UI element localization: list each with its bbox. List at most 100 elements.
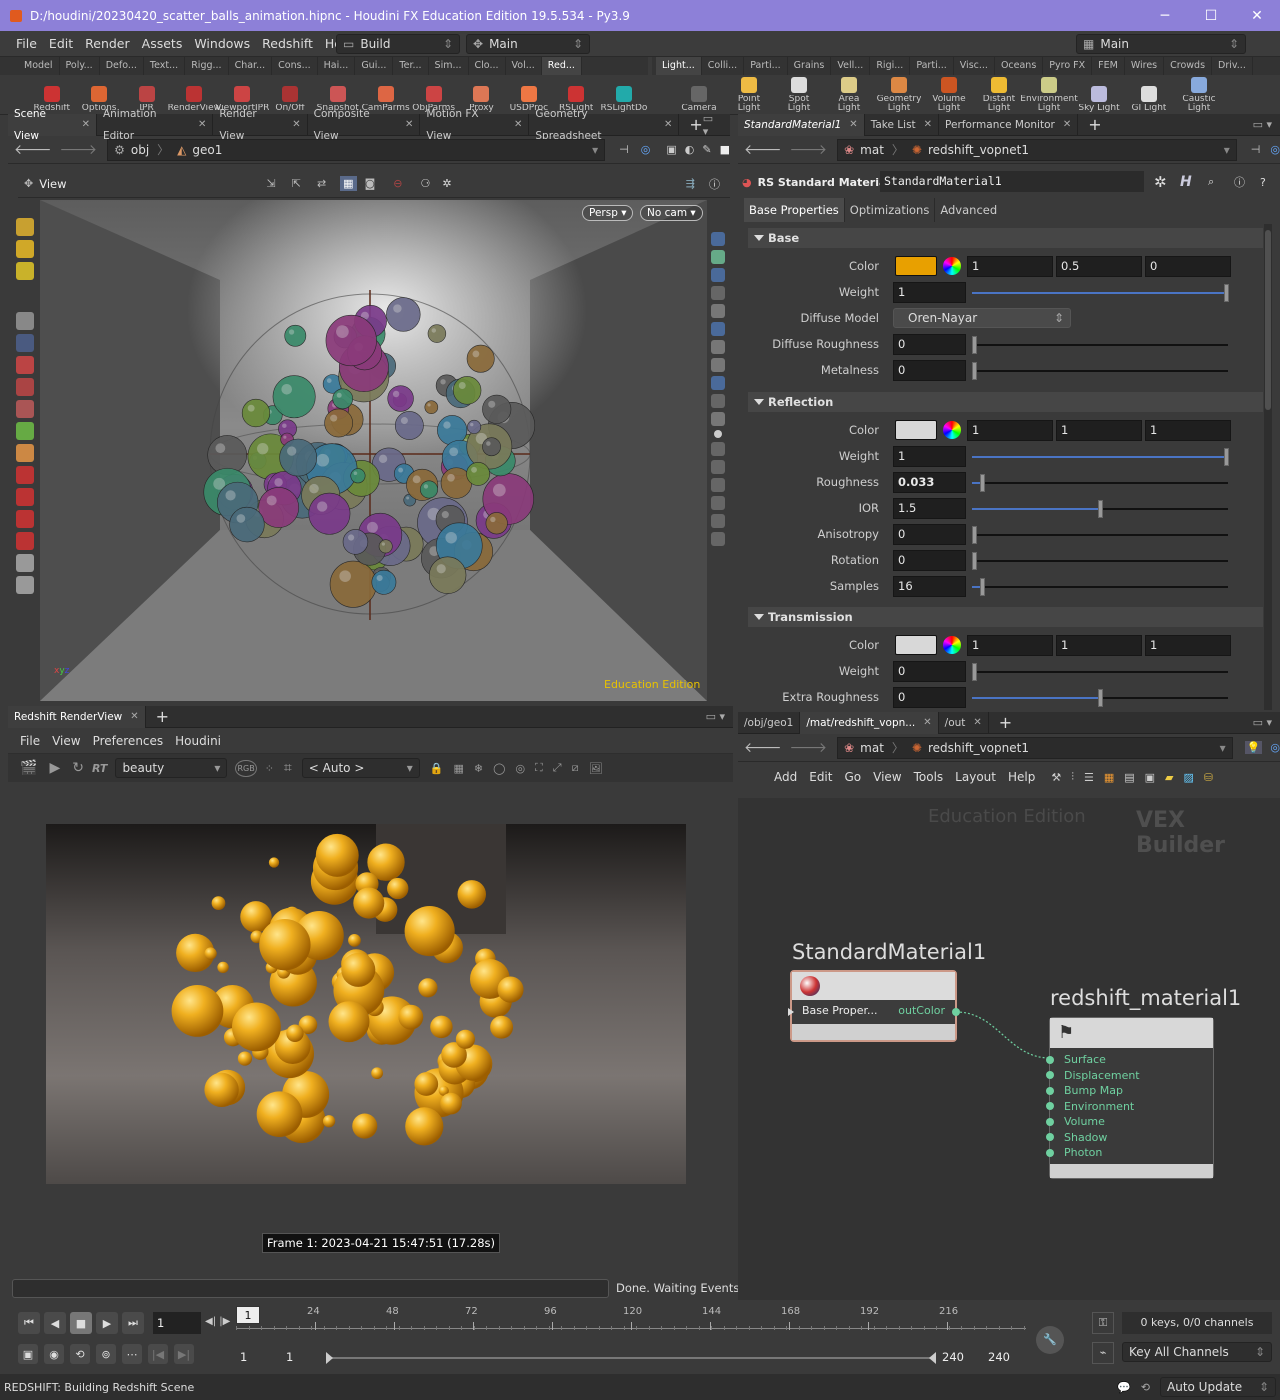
net-menu-tools[interactable]: Tools: [908, 770, 950, 784]
net-menu-help[interactable]: Help: [1002, 770, 1041, 784]
network-path-field[interactable]: ❀ mat 〉 ✺ redshift_vopnet1 ▾: [837, 736, 1233, 759]
tab-mat-redshift[interactable]: /mat/redshift_vopn... ✕: [800, 711, 939, 734]
menu-file[interactable]: File: [10, 36, 43, 51]
lock-icon[interactable]: 🔒: [430, 762, 444, 775]
forward-arrow-icon[interactable]: 🡒: [790, 739, 828, 756]
close-tab-icon[interactable]: ✕: [1063, 114, 1071, 136]
info-icon[interactable]: ⓘ: [1234, 174, 1245, 190]
tab-scene-view[interactable]: Scene View ✕: [8, 108, 97, 142]
keyframe-icon[interactable]: ⚿: [1092, 1312, 1114, 1334]
close-tab-icon[interactable]: ✕: [130, 706, 138, 728]
play-render-icon[interactable]: ▶: [49, 760, 60, 776]
shelf-tab[interactable]: Parti...: [744, 57, 788, 75]
color-wheel-icon[interactable]: [943, 421, 961, 439]
display-opt-icon[interactable]: [711, 232, 725, 246]
path-obj[interactable]: obj: [131, 143, 149, 157]
settings-icon[interactable]: ✲: [442, 177, 451, 190]
node-input-port[interactable]: Displacement: [1046, 1068, 1213, 1084]
shelf-tab[interactable]: Pyro FX: [1043, 57, 1093, 75]
param-slider[interactable]: [972, 362, 1228, 380]
param-scrollbar[interactable]: [1264, 224, 1272, 710]
3d-viewport[interactable]: Persp ▾ No cam ▾ Education Edition xyz: [40, 200, 707, 701]
rv-menu-view[interactable]: View: [46, 734, 86, 748]
menu-redshift[interactable]: Redshift: [256, 36, 319, 51]
magnet-icon[interactable]: [16, 466, 34, 484]
loop-icon[interactable]: ⟲: [70, 1344, 90, 1364]
step-icons[interactable]: ◀| |▶: [205, 1316, 230, 1327]
list-icon[interactable]: ☰: [1084, 771, 1094, 784]
range-start[interactable]: 1: [240, 1350, 247, 1364]
gear-icon[interactable]: [1235, 423, 1249, 437]
port-connector[interactable]: [1046, 1071, 1054, 1080]
vis-icon[interactable]: [711, 412, 725, 426]
camera-menu[interactable]: No cam ▾: [640, 205, 703, 221]
section-transmission[interactable]: Transmission: [748, 607, 1263, 627]
color-field-g[interactable]: 0.5: [1056, 256, 1142, 277]
section-reflection[interactable]: Reflection: [748, 392, 1263, 412]
value-field[interactable]: 1: [893, 446, 966, 467]
brush-tool-icon[interactable]: [16, 262, 34, 280]
play-reverse-button[interactable]: ◀: [44, 1312, 66, 1334]
jump-start-button[interactable]: ⏮: [18, 1312, 40, 1334]
close-tab-icon[interactable]: ✕: [514, 114, 522, 136]
shelf-tool[interactable]: Volume Light: [924, 75, 974, 113]
orbit-icon[interactable]: [16, 576, 34, 594]
ghost-icon[interactable]: [711, 304, 725, 318]
note-icon[interactable]: ▰: [1165, 771, 1173, 784]
shelf-tab[interactable]: Hai...: [318, 57, 356, 75]
node-input-port[interactable]: Bump Map: [1046, 1083, 1213, 1099]
close-tab-icon[interactable]: ✕: [292, 114, 300, 136]
shelf-tab[interactable]: Model: [18, 57, 60, 75]
port-connector[interactable]: [1046, 1117, 1054, 1126]
sync-icon[interactable]: ⊚: [96, 1344, 116, 1364]
slider-knob[interactable]: [972, 552, 977, 570]
rv-menu-file[interactable]: File: [14, 734, 46, 748]
slider-knob[interactable]: [1224, 284, 1229, 302]
zoom-select[interactable]: < Auto > ▾: [301, 758, 420, 778]
expand-icon[interactable]: ⤢: [553, 761, 562, 775]
tab-composite-view[interactable]: Composite View ✕: [308, 108, 421, 142]
port-connector[interactable]: [1046, 1055, 1054, 1064]
table-icon[interactable]: ▤: [1124, 771, 1134, 784]
link-icon[interactable]: ◎: [1270, 741, 1280, 754]
frame-ruler[interactable]: 1 24 48 72 96 120 144 168 192 216: [236, 1306, 1026, 1340]
shelf-tab[interactable]: Char...: [229, 57, 273, 75]
gear-icon[interactable]: [1235, 475, 1249, 489]
close-tab-icon[interactable]: ✕: [82, 114, 90, 136]
port-connector[interactable]: [1046, 1086, 1054, 1095]
slider-knob[interactable]: [1098, 689, 1103, 707]
value-field[interactable]: 0: [893, 524, 966, 545]
gear-icon[interactable]: [1235, 579, 1249, 593]
param-slider[interactable]: [972, 284, 1229, 302]
refresh-icon[interactable]: ↻: [72, 760, 84, 776]
key-all-channels-select[interactable]: Key All Channels ⇕: [1122, 1342, 1272, 1362]
path-geo1[interactable]: geo1: [192, 143, 222, 157]
shelf-tab[interactable]: Clo...: [469, 57, 506, 75]
play-button[interactable]: ▶: [96, 1312, 118, 1334]
slider-knob[interactable]: [980, 474, 986, 492]
wrench-dial-icon[interactable]: 🔧: [1036, 1326, 1064, 1354]
help-icon[interactable]: ?: [1260, 176, 1266, 189]
shelf-tab[interactable]: Red...: [541, 57, 582, 75]
value-field[interactable]: 0: [893, 687, 966, 708]
focus-icon[interactable]: ⛶: [535, 761, 543, 775]
bulb-icon[interactable]: [711, 340, 725, 354]
wrench-icon[interactable]: ⚒: [1051, 771, 1061, 784]
node-input-port[interactable]: Volume: [1046, 1114, 1213, 1130]
close-tab-icon[interactable]: ✕: [973, 712, 981, 734]
color-swatch[interactable]: [895, 256, 937, 276]
crop-icon[interactable]: ⌗: [284, 760, 292, 776]
param-slider[interactable]: [972, 689, 1228, 707]
magnet3-icon[interactable]: [16, 510, 34, 528]
gear-icon[interactable]: [1235, 337, 1249, 351]
gear-icon[interactable]: [1235, 638, 1249, 652]
handle-tool-icon[interactable]: [16, 218, 34, 236]
pin-icon[interactable]: ⊣: [619, 143, 629, 156]
scale-icon[interactable]: [16, 400, 34, 418]
gear-icon[interactable]: [1235, 363, 1249, 377]
grid-dots-icon[interactable]: ⁘: [265, 762, 274, 775]
color-field-r[interactable]: 1: [967, 420, 1053, 441]
select-icon[interactable]: ⇱: [292, 177, 301, 190]
color-field-b[interactable]: 0: [1145, 256, 1231, 277]
param-slider[interactable]: [972, 526, 1228, 544]
